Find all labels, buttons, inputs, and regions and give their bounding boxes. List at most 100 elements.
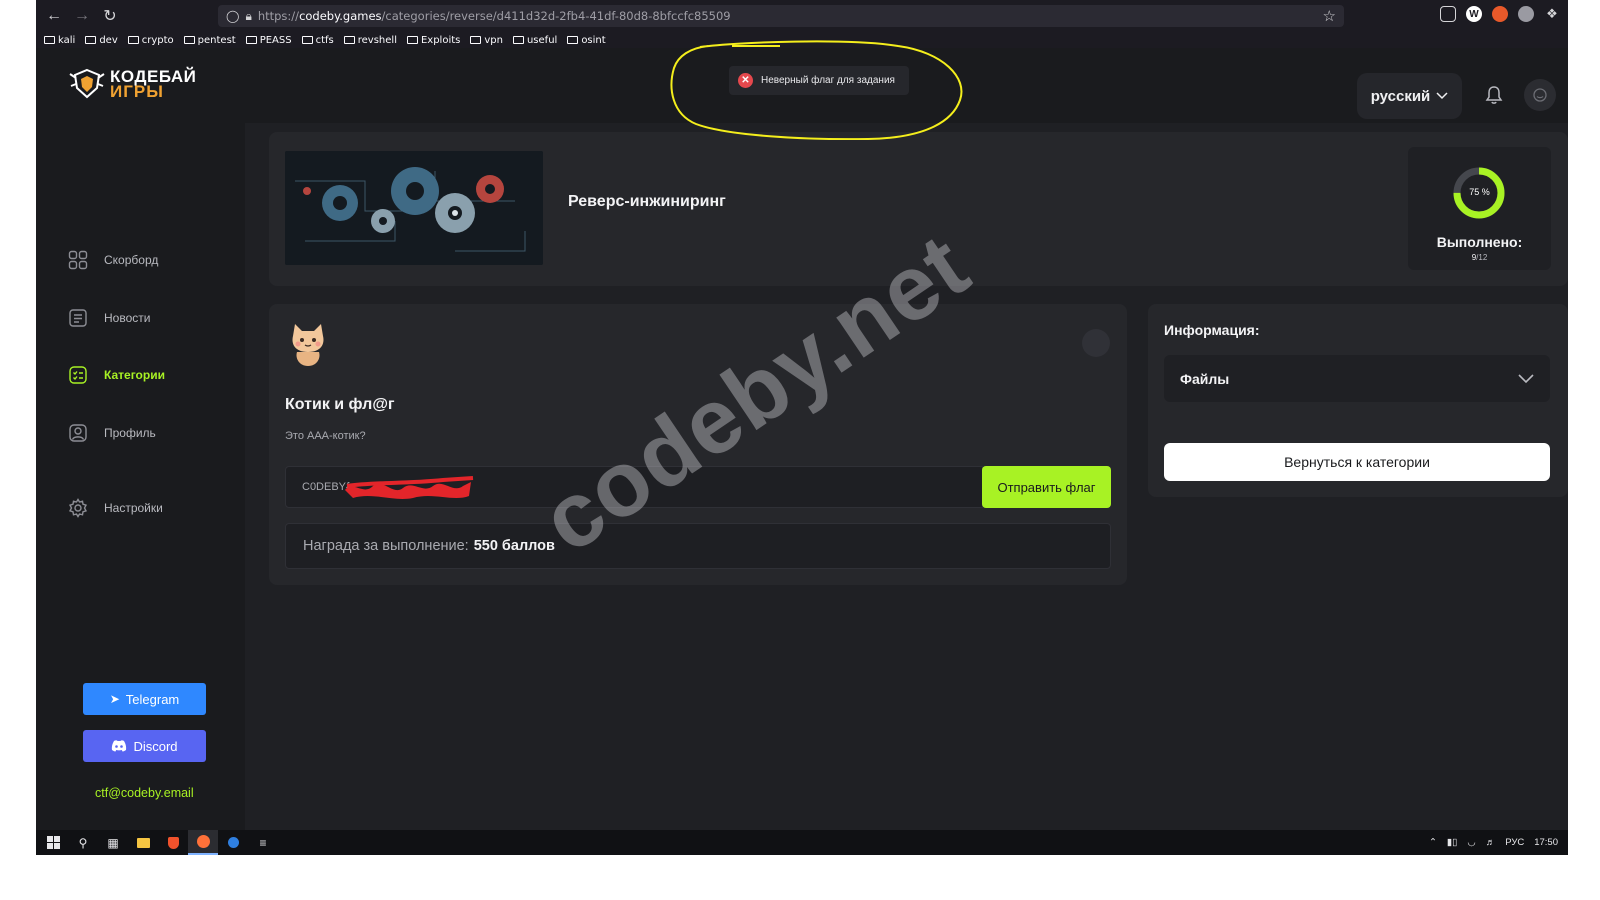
sidebar-item-label: Категории xyxy=(104,368,165,382)
clock[interactable]: 17:50 xyxy=(1534,837,1558,848)
discord-button[interactable]: Discord xyxy=(83,730,206,762)
bookmark-folder[interactable]: useful xyxy=(512,34,558,46)
back-to-category-button[interactable]: Вернуться к категории xyxy=(1164,443,1550,481)
screen: ← → ↻ ◯ 🔒︎ https://codeby.games/categori… xyxy=(36,0,1568,855)
chevron-down-icon xyxy=(1518,373,1534,383)
bookmark-label: Exploits xyxy=(420,34,461,46)
telegram-button[interactable]: ➤ Telegram xyxy=(83,683,206,715)
task-view-icon[interactable]: ▦ xyxy=(98,830,128,855)
search-icon[interactable]: ⚲ xyxy=(68,830,98,855)
redaction-scribble xyxy=(345,476,474,499)
gears-illustration-icon xyxy=(285,151,543,265)
grid-icon xyxy=(68,250,88,270)
sidebar-item-label: Новости xyxy=(104,311,151,325)
categories-icon xyxy=(69,366,87,384)
files-label: Файлы xyxy=(1180,370,1230,387)
pocket-icon[interactable] xyxy=(1440,6,1456,22)
file-explorer-icon[interactable] xyxy=(128,830,158,855)
bookmark-folder[interactable]: revshell xyxy=(343,35,397,46)
back-icon[interactable]: ← xyxy=(40,2,68,30)
logo[interactable]: КОДЕБАЙ ИГРЫ xyxy=(68,68,196,100)
sidebar-item-scoreboard[interactable]: Скорборд xyxy=(68,248,228,272)
bookmark-folder[interactable]: PEASS xyxy=(245,34,292,46)
extension-icons: W ❖ xyxy=(1440,6,1560,22)
files-accordion[interactable]: Файлы xyxy=(1164,355,1550,402)
reward-box: Награда за выполнение: 550 баллов xyxy=(285,523,1111,569)
bookmark-folder[interactable]: Exploits xyxy=(406,34,461,46)
url-host: codeby.games xyxy=(299,9,382,23)
sidebar-item-label: Профиль xyxy=(104,426,156,440)
folder-icon xyxy=(183,36,195,44)
bookmark-folder[interactable]: crypto xyxy=(127,34,174,46)
wifi-icon[interactable]: ◡ xyxy=(1467,837,1475,848)
globe-icon[interactable] xyxy=(1518,6,1534,22)
chevron-up-icon[interactable]: ⌃ xyxy=(1429,837,1437,848)
bookmark-label: ctfs xyxy=(315,34,334,46)
submit-flag-button[interactable]: Отправить флаг xyxy=(982,466,1111,508)
language-selector[interactable]: русский xyxy=(1357,73,1462,119)
task-title: Котик и фл@г xyxy=(285,396,395,413)
logo-text: КОДЕБАЙ ИГРЫ xyxy=(110,68,196,100)
info-title: Информация: xyxy=(1164,322,1260,338)
brave-browser-icon[interactable] xyxy=(158,830,188,855)
foxyproxy-icon[interactable] xyxy=(1492,6,1508,22)
folder-icon xyxy=(85,36,97,44)
chevron-down-icon xyxy=(1436,92,1448,100)
bookmark-folder[interactable]: dev xyxy=(85,35,118,46)
battery-icon[interactable]: ▮▯ xyxy=(1447,837,1457,848)
discord-icon xyxy=(112,740,127,752)
contact-email-link[interactable]: ctf@codeby.email xyxy=(95,786,194,800)
bookmark-label: crypto xyxy=(141,34,174,46)
completed-label: Выполнено: xyxy=(1436,234,1523,250)
bookmark-label: kali xyxy=(58,34,76,46)
url-path: /categories/reverse/d411d32d-2fb4-41df-8… xyxy=(381,9,731,23)
telegram-label: Telegram xyxy=(125,691,180,707)
system-tray: ⌃ ▮▯ ◡ ♬ РУС 17:50 xyxy=(1429,830,1558,855)
bookmark-label: pentest xyxy=(197,34,236,46)
progress-percent: 75 % xyxy=(1469,187,1490,197)
terminal-icon[interactable]: ≡ xyxy=(248,830,278,855)
reload-icon[interactable]: ↻ xyxy=(96,2,124,30)
sidebar-item-label: Скорборд xyxy=(104,253,159,267)
bookmark-label: osint xyxy=(581,34,606,46)
bookmark-folder[interactable]: pentest xyxy=(183,34,236,46)
lock-icon: 🔒︎ xyxy=(245,8,252,23)
bookmark-folder[interactable]: osint xyxy=(567,34,606,46)
puzzle-icon[interactable]: ❖ xyxy=(1544,6,1560,22)
folder-icon xyxy=(470,36,482,44)
smiley-icon xyxy=(1533,88,1547,102)
sidebar: КОДЕБАЙ ИГРЫ Скорборд Новости Категории xyxy=(36,48,245,830)
sidebar-item-news[interactable]: Новости xyxy=(68,306,228,330)
progress-panel: 75 % Выполнено: 9/12 xyxy=(1408,147,1551,270)
bookmark-folder[interactable]: ctfs xyxy=(301,34,334,46)
bookmark-folder[interactable]: kali xyxy=(44,35,75,46)
volume-icon[interactable]: ♬ xyxy=(1486,837,1496,848)
address-bar[interactable]: ◯ 🔒︎ https://codeby.games/categories/rev… xyxy=(218,5,1344,27)
bookmark-label: useful xyxy=(526,34,558,46)
category-title: Реверс-инжиниринг xyxy=(568,193,726,210)
language-indicator[interactable]: РУС xyxy=(1505,837,1524,848)
info-card: Информация: Файлы Вернуться к категории xyxy=(1148,304,1568,497)
avatar[interactable] xyxy=(1524,79,1556,111)
firefox-icon[interactable] xyxy=(188,830,218,855)
folder-icon xyxy=(245,36,257,44)
sidebar-item-label: Настройки xyxy=(104,501,163,515)
url-scheme: https:// xyxy=(257,9,300,23)
forward-icon[interactable]: → xyxy=(68,2,96,30)
folder-icon xyxy=(44,36,55,44)
bookmark-star-icon[interactable]: ☆ xyxy=(1323,7,1336,25)
os-taskbar: ⚲ ▦ ≡ ⌃ ▮▯ ◡ ♬ РУС 17:50 xyxy=(36,830,1568,855)
sidebar-item-categories[interactable]: Категории xyxy=(68,363,228,387)
shield-icon: ◯ xyxy=(226,9,240,23)
bell-icon[interactable] xyxy=(1483,84,1505,106)
sidebar-item-settings[interactable]: Настройки xyxy=(68,496,228,520)
completed-count: 9/12 xyxy=(1408,253,1551,262)
language-label: русский xyxy=(1370,87,1431,105)
highlight-annotation xyxy=(670,40,963,140)
windows-start-icon[interactable] xyxy=(38,830,68,855)
bookmark-label: PEASS xyxy=(259,34,292,46)
bookmark-folder[interactable]: vpn xyxy=(470,35,503,46)
app-icon[interactable] xyxy=(218,830,248,855)
sidebar-item-profile[interactable]: Профиль xyxy=(68,421,228,445)
wappalyzer-icon[interactable]: W xyxy=(1466,6,1482,22)
